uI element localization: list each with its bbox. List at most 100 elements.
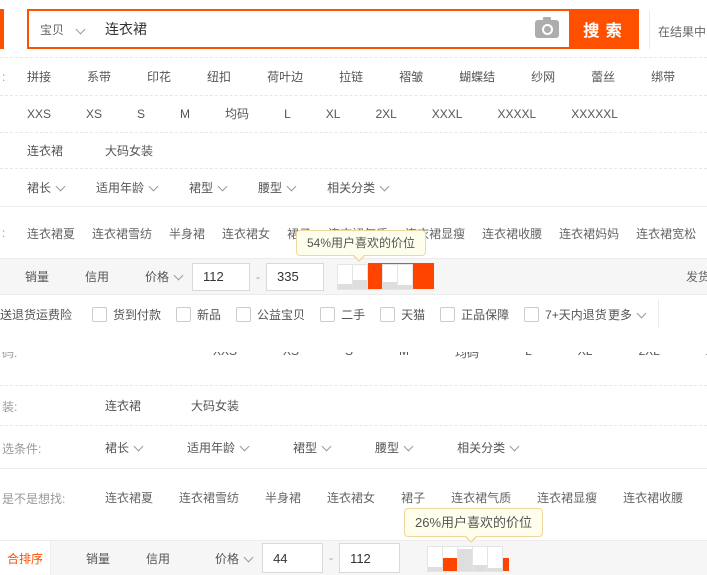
category-option[interactable]: 连衣裙 [105, 397, 141, 414]
related-search-link[interactable]: 半身裙 [169, 225, 205, 242]
histogram-bucket[interactable] [382, 263, 399, 290]
service-checkbox[interactable]: 二手 [320, 306, 365, 323]
search-category-select[interactable]: 宝贝 [29, 11, 95, 47]
filter-dropdown[interactable]: 相关分类 [457, 439, 520, 456]
service-checkbox[interactable]: 正品保障 [440, 306, 509, 323]
checkbox-icon [440, 306, 456, 322]
filter-dropdown[interactable]: 裙型 [293, 439, 332, 456]
sort-sales[interactable]: 销量 [25, 268, 49, 285]
histogram-bucket[interactable] [457, 546, 474, 572]
size-option[interactable]: 均码 [455, 352, 479, 361]
size-option[interactable]: XL [578, 352, 593, 361]
filter-option[interactable]: 系带 [87, 68, 111, 85]
sort-composite-tab-cut[interactable]: 合排序 [0, 541, 52, 575]
size-option[interactable]: XXXXL [497, 107, 536, 121]
histogram-bucket[interactable] [442, 546, 510, 572]
size-option[interactable]: L [525, 352, 532, 361]
size-option[interactable]: XS [86, 107, 102, 121]
ship-from-label-cut[interactable]: 发货地 [686, 268, 707, 285]
histogram-bucket[interactable] [397, 263, 414, 290]
filter-option[interactable]: 拼接 [27, 68, 51, 85]
price-min-input[interactable] [262, 543, 324, 573]
sort-price[interactable]: 价格 [215, 550, 254, 567]
histogram-bucket[interactable] [427, 546, 444, 572]
related-search-link[interactable]: 连衣裙夏 [27, 225, 75, 242]
filter-dropdown[interactable]: 裙型 [189, 179, 228, 196]
size-option[interactable]: XXXXXL [571, 107, 618, 121]
related-search-link[interactable]: 连衣裙气质 [451, 489, 511, 506]
service-checkbox[interactable]: 新品 [176, 306, 221, 323]
related-search-link[interactable]: 连衣裙宽松 [636, 225, 696, 242]
filter-dropdown[interactable]: 腰型 [375, 439, 414, 456]
more-filters-button[interactable]: 更多 [608, 306, 647, 323]
taobao-search-page: 宝贝 搜 索 在结果中 拼接 系带 印花 纽扣 荷叶边 拉链 褶皱 蝴蝶结 纱网 蕾丝 绑带 : X… [0, 0, 707, 575]
chevron-down-icon [509, 441, 520, 451]
size-option[interactable]: S [137, 107, 145, 121]
size-option[interactable]: 均码 [225, 105, 249, 122]
filter-option[interactable]: 褶皱 [399, 68, 423, 85]
related-search-link[interactable]: 连衣裙夏 [105, 489, 153, 506]
related-search-link[interactable]: 连衣裙收腰 [623, 489, 683, 506]
filter-option[interactable]: 蕾丝 [591, 68, 615, 85]
size-option[interactable]: XXS [27, 107, 51, 121]
category-option[interactable]: 大码女装 [191, 397, 239, 414]
histogram-bucket[interactable] [472, 546, 489, 572]
category-option[interactable]: 大码女装 [105, 142, 153, 159]
size-option[interactable]: XS [283, 352, 299, 361]
size-option[interactable]: XL [326, 107, 341, 121]
size-option[interactable]: M [180, 107, 190, 121]
filter-dropdown[interactable]: 适用年龄 [96, 179, 159, 196]
filter-dropdown[interactable]: 裙长 [27, 179, 66, 196]
size-option[interactable]: 2XL [375, 107, 396, 121]
sort-price[interactable]: 价格 [145, 268, 184, 285]
sort-sales[interactable]: 销量 [86, 550, 110, 567]
sort-bar-bottom: 合排序 销量 信用 价格 - [0, 540, 707, 575]
service-checkbox[interactable]: 货到付款 [92, 306, 161, 323]
search-input[interactable] [95, 11, 535, 47]
camera-icon[interactable] [535, 17, 559, 38]
price-max-input[interactable] [339, 543, 401, 573]
filter-dropdown[interactable]: 相关分类 [327, 179, 390, 196]
related-search-link[interactable]: 裙子 [401, 489, 425, 506]
filter-row-sizes: XXS XS S M 均码 L XL 2XL XXXL XXXXL XXXXXL [0, 95, 707, 132]
filter-dropdown[interactable]: 裙长 [105, 439, 144, 456]
filter-option[interactable]: 蝴蝶结 [459, 68, 495, 85]
related-search-link[interactable]: 连衣裙显瘦 [537, 489, 597, 506]
category-option[interactable]: 连衣裙 [27, 142, 63, 159]
sort-credit[interactable]: 信用 [146, 550, 170, 567]
related-search-link[interactable]: 半身裙 [265, 489, 301, 506]
filter-dropdown[interactable]: 腰型 [258, 179, 297, 196]
price-max-input[interactable] [266, 262, 325, 291]
filter-option[interactable]: 拉链 [339, 68, 363, 85]
size-option[interactable]: XXXL [432, 107, 463, 121]
related-search-link[interactable]: 连衣裙雪纺 [92, 225, 152, 242]
filter-option[interactable]: 纱网 [531, 68, 555, 85]
size-option[interactable]: XXS [213, 352, 237, 361]
related-search-link[interactable]: 连衣裙女 [222, 225, 270, 242]
related-search-link[interactable]: 连衣裙雪纺 [179, 489, 239, 506]
related-search-link[interactable]: 连衣裙女 [327, 489, 375, 506]
service-checkbox[interactable]: 公益宝贝 [236, 306, 305, 323]
service-checkbox[interactable]: 7+天内退货 [524, 306, 607, 323]
search-in-results-link[interactable]: 在结果中 [658, 23, 706, 40]
size-option[interactable]: M [399, 352, 409, 361]
size-option[interactable]: 2XL [638, 352, 659, 361]
histogram-bucket[interactable] [367, 262, 435, 290]
filter-option[interactable]: 纽扣 [207, 68, 231, 85]
related-search-link[interactable]: 连衣裙收腰 [482, 225, 542, 242]
filter-option[interactable]: 绑带 [651, 68, 675, 85]
histogram-bucket[interactable] [487, 546, 504, 572]
price-min-input[interactable] [192, 262, 251, 291]
service-filter-row: 送退货运费险 货到付款 新品 公益宝贝 二手 天猫 正品保障 7+天内退货 更多 [0, 295, 707, 333]
service-checkbox[interactable]: 天猫 [380, 306, 425, 323]
filter-option[interactable]: 荷叶边 [267, 68, 303, 85]
related-search-link[interactable]: 连衣裙妈妈 [559, 225, 619, 242]
size-option[interactable]: L [284, 107, 291, 121]
size-option[interactable]: S [345, 352, 353, 361]
chevron-down-icon [75, 24, 86, 34]
filter-dropdown[interactable]: 适用年龄 [187, 439, 250, 456]
histogram-bucket[interactable] [337, 263, 354, 290]
sort-credit[interactable]: 信用 [85, 268, 109, 285]
search-button[interactable]: 搜 索 [569, 11, 637, 47]
filter-option[interactable]: 印花 [147, 68, 171, 85]
